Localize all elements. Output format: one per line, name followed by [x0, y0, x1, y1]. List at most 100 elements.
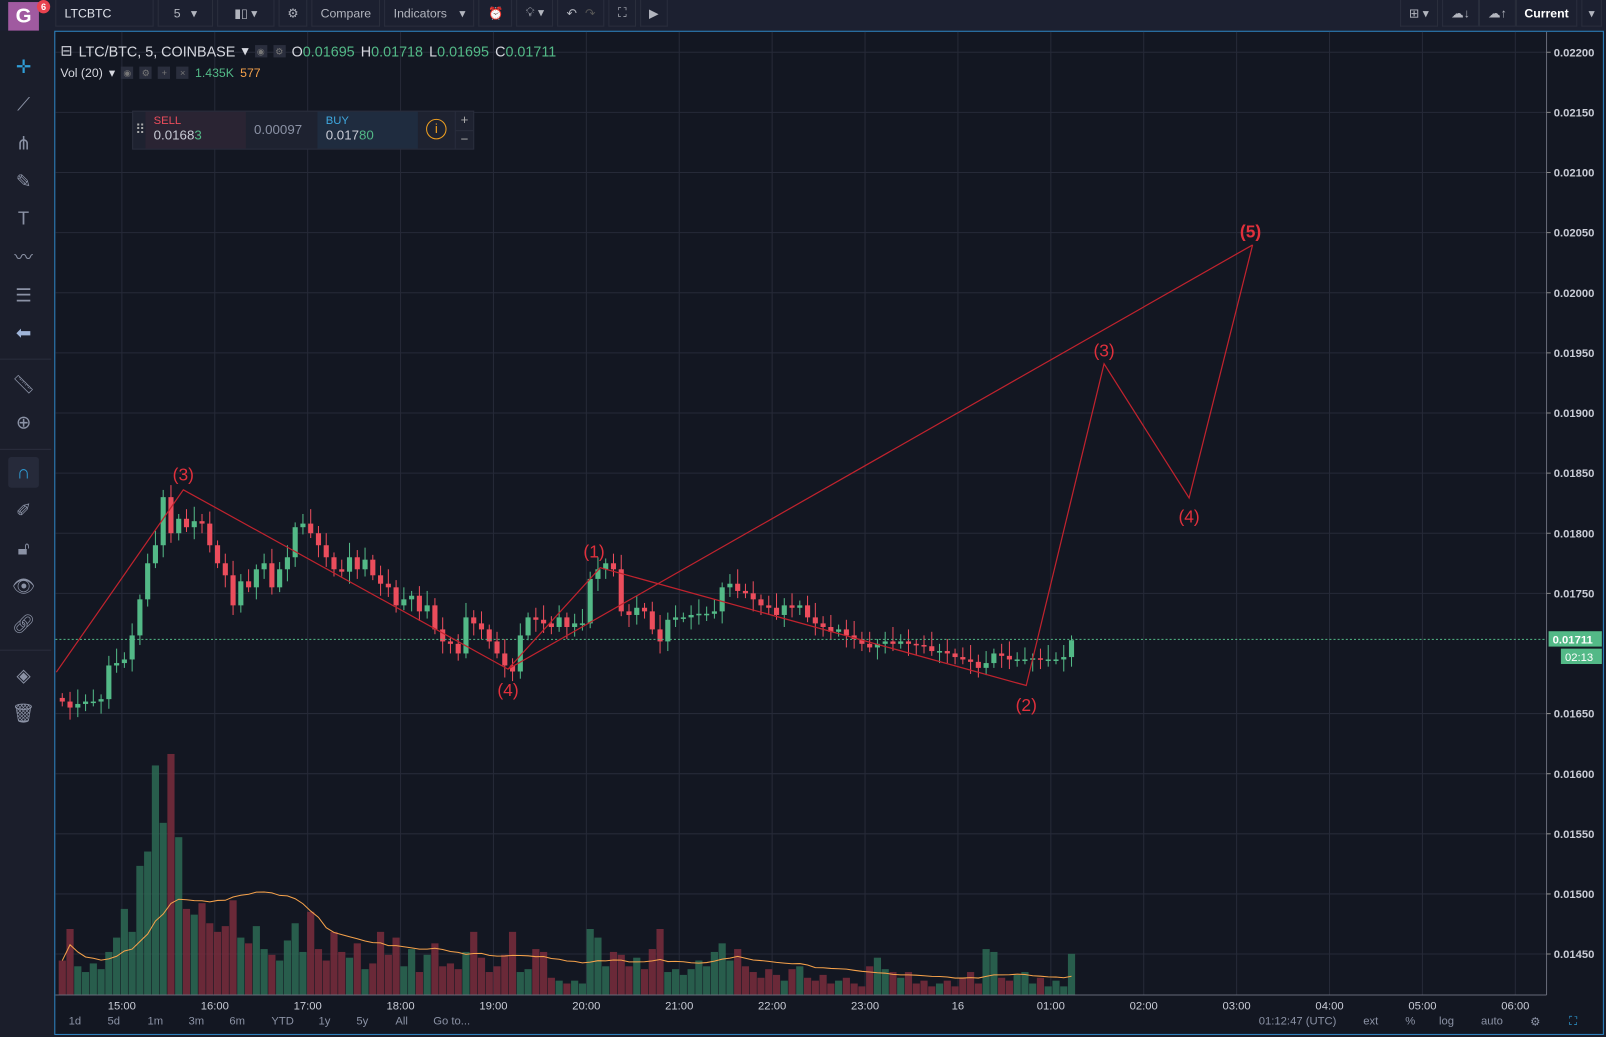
sell-button[interactable]: SELL 0.01683	[145, 111, 246, 149]
collapse-icon[interactable]: ⊟	[60, 42, 72, 59]
prediction-icon[interactable]: ☰	[8, 280, 39, 311]
time-tick-label: 23:00	[851, 1000, 879, 1012]
trend-line-icon[interactable]: ⟋	[8, 89, 39, 120]
range-5d[interactable]: 5d	[108, 1015, 121, 1027]
range-ytd[interactable]: YTD	[271, 1015, 294, 1027]
interval-select[interactable]: 5 ▾	[157, 0, 214, 27]
settings-button[interactable]: ⚙	[278, 0, 308, 27]
last-price-label: 0.01711	[1553, 635, 1593, 647]
candle-body	[867, 643, 873, 648]
fullscreen-button[interactable]: ⛶	[608, 0, 636, 27]
range-1m[interactable]: 1m	[147, 1015, 163, 1027]
time-axis[interactable]: 15:00 16:00 17:00 18:00 19:00 20:00 21:00 22:00…	[108, 1000, 1530, 1012]
wave-trendline[interactable]	[507, 244, 1253, 670]
load-button[interactable]: ☁↓	[1442, 0, 1479, 27]
zoom-in-icon[interactable]: ⊕	[8, 407, 39, 438]
log-toggle[interactable]: log	[1439, 1015, 1454, 1027]
volume-bar	[648, 949, 656, 995]
close-icon[interactable]: ×	[176, 66, 189, 79]
compare-button[interactable]: Compare	[311, 0, 381, 27]
volume-ma-value: 577	[240, 65, 261, 80]
chart-type-button[interactable]: ▮▯ ▾	[217, 0, 275, 27]
candle-body	[781, 605, 787, 615]
candle-body	[191, 521, 197, 528]
pitchfork-icon[interactable]: ⋔	[8, 128, 39, 159]
volume-bar	[89, 963, 97, 995]
range-6m[interactable]: 6m	[229, 1015, 245, 1027]
volume-bar	[477, 957, 486, 995]
elliott-wave-icon[interactable]: 〰	[8, 241, 39, 272]
chevron-down-icon[interactable]: ▾	[109, 66, 115, 80]
candle-body	[183, 518, 190, 528]
layout-button[interactable]: ⊞ ▾	[1399, 0, 1438, 27]
drag-handle-icon[interactable]: ⠿	[133, 112, 145, 149]
series-title[interactable]: LTC/BTC, 5, COINBASE	[79, 43, 236, 59]
unlock-icon[interactable]: 🔓︎	[8, 533, 39, 564]
indicators-button[interactable]: Indicators ▾	[384, 0, 475, 27]
eye-icon[interactable]: 👁︎	[8, 571, 39, 602]
volume-bar	[633, 957, 641, 995]
layers-icon[interactable]: ◈	[8, 660, 39, 691]
replay-button[interactable]: ▶	[639, 0, 668, 27]
percent-toggle[interactable]: %	[1405, 1015, 1415, 1027]
eye-icon[interactable]: ◉	[121, 66, 134, 79]
ruler-icon[interactable]: 📏︎	[8, 369, 39, 400]
volume-bar	[679, 974, 687, 995]
user-avatar[interactable]: G6	[8, 0, 51, 31]
undo-button[interactable]: ↶ ↷	[557, 0, 605, 27]
candle-body	[59, 697, 65, 702]
auto-toggle[interactable]: auto	[1481, 1015, 1503, 1027]
chevron-down-icon[interactable]: ▾	[241, 42, 248, 59]
gear-icon[interactable]: ⚙	[139, 66, 152, 79]
arrow-left-icon[interactable]: ⬅	[8, 318, 39, 349]
candle-body	[121, 659, 127, 664]
volume-bar	[920, 980, 928, 995]
range-1y[interactable]: 1y	[319, 1015, 331, 1027]
volume-title[interactable]: Vol (20)	[60, 66, 102, 80]
price-chart[interactable]: (3) (4) (1) (2) (3) (4) (5) 0.02200 0.021…	[55, 31, 1605, 1016]
layout-menu-button[interactable]: ▾	[1581, 0, 1602, 27]
brush-icon[interactable]: ✎	[8, 166, 39, 197]
save-button[interactable]: ☁↑	[1478, 0, 1516, 27]
range-3m[interactable]: 3m	[188, 1015, 204, 1027]
volume-bar	[974, 983, 982, 995]
crosshair-icon[interactable]: ✛	[8, 51, 39, 82]
candle-body	[463, 617, 469, 654]
info-button[interactable]: i	[418, 112, 455, 149]
text-icon[interactable]: T	[8, 203, 39, 234]
link-icon[interactable]: 🔗︎	[8, 609, 39, 640]
gear-icon[interactable]: ⚙	[1530, 1015, 1540, 1029]
lock-drawing-icon[interactable]: ✐	[8, 495, 39, 526]
volume-bars	[58, 753, 1076, 995]
volume-bar	[206, 923, 214, 995]
volume-bar	[718, 943, 726, 995]
go-to-button[interactable]: Go to...	[433, 1015, 470, 1027]
wave-label: (2)	[1016, 695, 1037, 715]
quantity-plus-button[interactable]: +	[456, 112, 473, 130]
plus-icon[interactable]: +	[158, 66, 171, 79]
eye-icon[interactable]: ◉	[254, 44, 268, 57]
gear-icon[interactable]: ⚙	[273, 44, 286, 57]
ideas-button[interactable]: 💡︎ ▾	[516, 0, 554, 27]
candle-body	[750, 593, 756, 600]
price-axis[interactable]: 0.02200 0.02150 0.02100 0.02050 0.02000 0.019…	[1546, 47, 1595, 961]
alert-button[interactable]: ⏰	[478, 0, 513, 27]
chart-pane[interactable]: (3) (4) (1) (2) (3) (4) (5) 0.02200 0.021…	[54, 30, 1605, 1035]
buy-button[interactable]: BUY 0.01780	[317, 111, 418, 149]
symbol-input[interactable]: LTCBTC	[55, 0, 154, 27]
range-all[interactable]: All	[395, 1015, 408, 1027]
range-5y[interactable]: 5y	[356, 1015, 368, 1027]
candle-body	[370, 559, 376, 576]
candle-body	[665, 619, 671, 642]
volume-bar	[151, 765, 160, 995]
price-tick-label: 0.01600	[1554, 769, 1595, 781]
ext-toggle[interactable]: ext	[1363, 1015, 1378, 1027]
candle-body	[975, 661, 981, 668]
volume-bar	[811, 980, 819, 995]
maximize-icon[interactable]: ⛶	[1569, 1015, 1577, 1028]
magnet-icon[interactable]: ∩	[8, 457, 39, 488]
trash-icon[interactable]: 🗑︎	[8, 698, 39, 729]
quantity-minus-button[interactable]: −	[455, 130, 474, 148]
range-1d[interactable]: 1d	[69, 1015, 82, 1027]
current-layout-button[interactable]: Current	[1515, 0, 1578, 27]
